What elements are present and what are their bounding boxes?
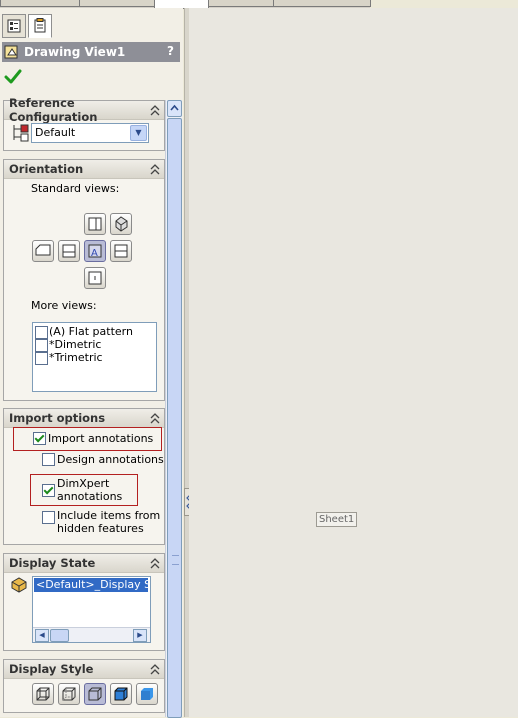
document-tab[interactable] xyxy=(273,0,371,7)
drawing-view-icon xyxy=(4,45,18,59)
shaded-icon xyxy=(141,688,153,700)
group-title: Display Style xyxy=(9,662,94,676)
import-options-group: Import options Import annotations Design… xyxy=(3,408,165,545)
collapse-chevron-icon[interactable] xyxy=(150,412,160,424)
scroll-thumb[interactable] xyxy=(50,629,69,642)
group-header[interactable]: Orientation xyxy=(4,160,164,179)
more-views-list[interactable]: (A) Flat pattern *Dimetric *Trimetric xyxy=(32,322,157,392)
chevron-up-icon xyxy=(170,104,179,111)
reference-configuration-group: Reference Configuration Default ▼ xyxy=(3,96,165,151)
dimxpert-annotations-label: annotations xyxy=(57,490,123,503)
shaded-button[interactable] xyxy=(136,683,158,705)
flat-pattern-checkbox[interactable] xyxy=(35,326,48,339)
isometric-view-icon xyxy=(115,216,128,232)
document-tab[interactable] xyxy=(208,0,274,7)
back-view-button[interactable] xyxy=(84,213,106,235)
collapse-chevron-icon[interactable] xyxy=(150,163,160,175)
hidden-lines-removed-icon xyxy=(88,687,102,701)
shaded-with-edges-icon xyxy=(114,687,128,701)
shaded-with-edges-button[interactable] xyxy=(110,683,132,705)
import-annotations-label: Import annotations xyxy=(48,432,154,445)
propertymanager-icon xyxy=(34,18,46,33)
ok-checkmark-icon xyxy=(4,69,22,84)
page-title: Drawing View1 xyxy=(24,45,126,59)
front-view-icon xyxy=(62,244,76,258)
hidden-lines-visible-button[interactable] xyxy=(58,683,80,705)
top-view-icon xyxy=(114,244,128,258)
hidden-lines-removed-button[interactable] xyxy=(84,683,106,705)
group-header[interactable]: Import options xyxy=(4,409,164,428)
bottom-view-icon xyxy=(88,271,102,285)
wireframe-button[interactable] xyxy=(32,683,54,705)
group-title: Orientation xyxy=(9,162,84,176)
wireframe-icon xyxy=(36,687,50,701)
help-button[interactable]: ? xyxy=(167,44,174,58)
featuremanager-tree-icon xyxy=(7,19,21,33)
top-view-button[interactable] xyxy=(110,240,132,262)
hidden-lines-visible-icon xyxy=(62,687,76,701)
back-view-icon xyxy=(88,217,102,231)
dimxpert-annotations-checkbox[interactable] xyxy=(42,484,55,497)
group-header[interactable]: Reference Configuration xyxy=(4,96,164,124)
group-header[interactable]: Display Style xyxy=(4,660,164,679)
list-item: <Default>_Display Stat xyxy=(36,578,151,591)
ok-button[interactable] xyxy=(4,68,22,86)
include-hidden-label: Include items from xyxy=(57,509,161,522)
design-annotations-checkbox[interactable] xyxy=(42,453,55,466)
scroll-up-button[interactable] xyxy=(167,100,182,117)
standard-views-label: Standard views: xyxy=(31,182,120,195)
featuremanager-tab[interactable] xyxy=(2,14,26,38)
dimetric-checkbox[interactable] xyxy=(35,339,48,352)
group-title: Display State xyxy=(9,556,96,570)
chevron-left-icon[interactable]: ◀ xyxy=(35,629,49,642)
document-tab[interactable] xyxy=(0,0,80,7)
front-view-button[interactable] xyxy=(58,240,80,262)
left-view-icon xyxy=(35,244,51,256)
trimetric-checkbox[interactable] xyxy=(35,352,48,365)
isometric-view-button[interactable] xyxy=(110,213,132,235)
group-title: Import options xyxy=(9,411,106,425)
panel-scrollbar[interactable] xyxy=(165,100,182,718)
svg-text:A: A xyxy=(91,248,98,259)
scroll-thumb[interactable] xyxy=(167,118,182,718)
scroll-grip xyxy=(172,555,179,565)
more-views-label: More views: xyxy=(31,299,97,312)
group-title: Reference Configuration xyxy=(9,96,98,124)
right-view-button[interactable]: A xyxy=(84,240,106,262)
group-header[interactable]: Display State xyxy=(4,554,164,573)
collapse-chevron-icon[interactable] xyxy=(150,663,160,675)
list-item-selected[interactable]: <Default>_Display Stat xyxy=(34,578,151,592)
horizontal-scrollbar[interactable]: ◀ ▶ xyxy=(33,627,150,642)
propertymanager-tab[interactable] xyxy=(28,14,52,38)
right-view-icon: A xyxy=(88,244,102,259)
list-item: *Trimetric xyxy=(49,351,103,364)
list-item: *Dimetric xyxy=(49,338,102,351)
import-annotations-checkbox[interactable] xyxy=(33,432,46,445)
include-hidden-checkbox[interactable] xyxy=(42,511,55,524)
property-manager-title-bar: Drawing View1 ? xyxy=(2,42,180,62)
display-state-list[interactable]: <Default>_Display Stat ◀ ▶ xyxy=(32,576,151,643)
bottom-view-button[interactable] xyxy=(84,267,106,289)
collapse-chevron-icon[interactable] xyxy=(150,104,160,116)
chevron-right-icon[interactable]: ▶ xyxy=(133,629,147,642)
select-value: Default xyxy=(35,126,76,139)
design-annotations-label: Design annotations xyxy=(57,453,164,466)
display-state-group: Display State <Default>_Display Stat ◀ ▶ xyxy=(3,553,165,651)
left-view-button[interactable] xyxy=(32,240,54,262)
document-tab[interactable] xyxy=(79,0,155,7)
include-hidden-label: hidden features xyxy=(57,522,144,535)
display-style-group: Display Style xyxy=(3,659,165,713)
configuration-icon xyxy=(13,124,29,142)
document-tab-strip xyxy=(0,0,371,9)
drawing-canvas[interactable] xyxy=(189,8,518,717)
display-state-icon xyxy=(11,577,27,593)
reference-configuration-select[interactable]: Default ▼ xyxy=(31,123,149,143)
collapse-chevron-icon[interactable] xyxy=(150,557,160,569)
list-item: (A) Flat pattern xyxy=(49,325,133,338)
dimxpert-annotations-label: DimXpert xyxy=(57,477,110,490)
chevron-down-icon[interactable]: ▼ xyxy=(130,125,147,141)
sheet-label[interactable]: Sheet1 xyxy=(316,512,358,527)
orientation-group: Orientation Standard views: A More views… xyxy=(3,159,165,401)
